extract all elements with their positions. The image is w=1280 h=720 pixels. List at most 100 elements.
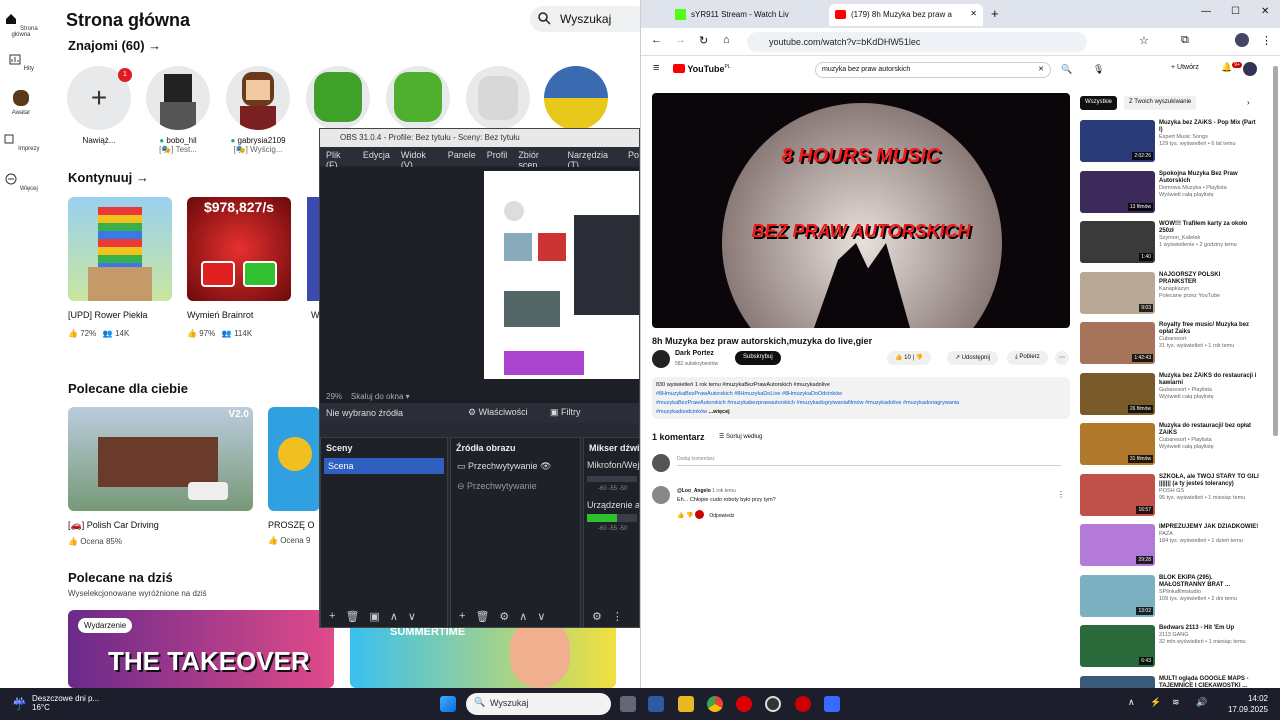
close-icon[interactable]: ✕ xyxy=(970,9,977,18)
create-button[interactable]: + Utwórz xyxy=(1171,64,1199,71)
bell-icon[interactable]: 🔔 9+ xyxy=(1221,62,1242,73)
game-card[interactable]: [UPD] Rower Piekła 👍 72% 👥 14K xyxy=(68,197,172,338)
friend-tile[interactable] xyxy=(386,66,450,136)
recommendation-item[interactable]: 29:28 IMPREZUJEMY JAK DZIADKOWIE! PAZA 184 … xyxy=(1080,524,1260,566)
recommendation-item[interactable]: 2:02:26 Muzyka bez ZAiKS - Pop Mix (Part … xyxy=(1080,120,1260,162)
menu-docks[interactable]: Panele xyxy=(448,150,476,165)
video-player[interactable]: 8 HOURS MUSIC BEZ PRAW AUTORSKICH xyxy=(652,93,1070,328)
recommendation-item[interactable]: 1:40 WOW!!! Trafiłem karty za około 250zł… xyxy=(1080,221,1260,263)
menu-view[interactable]: Widok (V) xyxy=(401,150,437,170)
chip-from-search[interactable]: Z Twoich wyszukiwanie xyxy=(1124,96,1197,110)
filters-button[interactable]: ▣ Filtry xyxy=(550,407,581,418)
task-view-icon[interactable] xyxy=(620,696,636,712)
youtube-logo[interactable]: YouTubePL xyxy=(673,64,731,74)
youtube-search-input[interactable]: muzyka bez praw autorskich ✕ xyxy=(815,62,1051,78)
recommendation-item[interactable]: 13 filmów Spokojna Muzyka Bez Praw Autors… xyxy=(1080,170,1260,213)
comment-menu-icon[interactable]: ⋮ xyxy=(1057,490,1065,499)
recommendation-item[interactable]: 16:57 SZKOŁA, ale TWOJ STARY TO GILI ||||… xyxy=(1080,473,1260,516)
menu-file[interactable]: Plik (F) xyxy=(326,150,352,170)
event-banner[interactable]: Wydarzenie THE TAKEOVER xyxy=(68,610,334,688)
roblox-studio-icon[interactable] xyxy=(824,696,840,712)
obs-preview[interactable] xyxy=(320,167,639,391)
friend-tile[interactable] xyxy=(306,66,370,136)
filter-icon[interactable]: ▣ xyxy=(369,610,379,627)
chrome-icon[interactable] xyxy=(707,696,723,712)
source-item[interactable]: ⊖ Przechwytywanie xyxy=(451,475,580,498)
nav-party[interactable]: Imprezy xyxy=(0,132,42,152)
opera-gx-icon[interactable] xyxy=(795,696,811,712)
nav-home[interactable]: Strona główna xyxy=(0,12,42,38)
file-explorer-icon[interactable] xyxy=(678,696,694,712)
nav-more[interactable]: Więcej xyxy=(0,172,42,192)
hamburger-icon[interactable]: ≡ xyxy=(653,62,659,74)
source-item[interactable]: ▭ Przechwytywanie 👁 xyxy=(451,458,580,475)
obs-icon[interactable] xyxy=(765,696,781,712)
recommendation-item[interactable]: 6:43 Bedwars 2113 - Hit 'Em Up 2113 GANG 32… xyxy=(1080,625,1260,667)
recommendation-item[interactable]: 9:03 NAJGORSZY POLSKI PRANKSTER Kanapkazyn… xyxy=(1080,271,1260,314)
game-thumbnail-partial[interactable] xyxy=(307,197,319,301)
scene-item[interactable]: Scena xyxy=(324,458,444,474)
maximize-icon[interactable]: ☐ xyxy=(1231,6,1240,17)
menu-icon[interactable]: ⋮ xyxy=(1261,34,1272,47)
menu-tools[interactable]: Narzędzia (T) xyxy=(567,150,617,170)
wifi-icon[interactable]: ≋ xyxy=(1172,697,1180,708)
like-icon[interactable]: 👍 xyxy=(677,513,684,519)
account-avatar[interactable] xyxy=(1243,62,1257,76)
subscribe-button[interactable]: Subskrybuj xyxy=(735,351,781,365)
like-button[interactable]: 👍 10 | 👎 xyxy=(887,351,932,365)
chevron-up-icon[interactable]: ∧ xyxy=(1128,697,1135,708)
menu-icon[interactable]: ⋮ xyxy=(612,610,623,627)
close-window-icon[interactable]: ✕ xyxy=(1261,6,1269,17)
channel-name[interactable]: Dark Portez xyxy=(675,350,714,357)
game-card[interactable]: PROSZĘ O 👍 Ocena 9 xyxy=(268,407,320,545)
back-icon[interactable]: ← xyxy=(651,34,662,46)
friend-tile[interactable] xyxy=(544,66,608,136)
scrollbar[interactable] xyxy=(1273,66,1278,436)
friends-title[interactable]: Znajomi (60) → xyxy=(68,38,161,53)
trash-icon[interactable]: 🗑 xyxy=(345,610,359,627)
home-icon[interactable]: ⌂ xyxy=(723,34,730,46)
add-icon[interactable]: + xyxy=(459,610,465,627)
recommendation-item[interactable]: 31 filmów Muzyka do restauracji/ bez opła… xyxy=(1080,423,1260,465)
clear-icon[interactable]: ✕ xyxy=(1038,65,1044,73)
dislike-icon[interactable]: 👎 xyxy=(686,513,693,519)
search-icon[interactable]: 🔍 xyxy=(1061,64,1072,75)
nav-charts[interactable]: Hity xyxy=(0,52,42,72)
forward-icon[interactable]: → xyxy=(675,34,686,46)
menu-scene-collection[interactable]: Zbiór scen xyxy=(518,150,556,170)
add-icon[interactable]: + xyxy=(329,610,335,627)
friend-tile[interactable] xyxy=(466,66,530,136)
chip-all[interactable]: Wszystkie xyxy=(1080,96,1117,110)
bookmark-icon[interactable]: ☆ xyxy=(1139,34,1149,47)
download-button[interactable]: ⤓ Pobierz xyxy=(1007,351,1048,365)
video-description[interactable]: 830 wyświetleń 1 rok temu #muzykaBezPraw… xyxy=(652,377,1070,419)
tab-kick[interactable]: sYR911 Stream - Watch Liv xyxy=(669,4,827,26)
menu-help[interactable]: Po xyxy=(628,150,639,165)
recommendation-item[interactable]: 13:02 BLOK EKIPA (295). MAŁOSTRANNY BRAT … xyxy=(1080,574,1260,617)
weather-widget[interactable]: ☔ Deszczowe dni p... 16°C xyxy=(12,694,99,712)
friend-tile[interactable]: ● gabrysia2109 [🎭] Wyścig... xyxy=(226,66,290,154)
network-icon[interactable]: ⚡ xyxy=(1150,697,1161,708)
up-icon[interactable]: ∧ xyxy=(390,610,398,627)
friend-tile[interactable]: ● bobo_hil [🎭] Test... xyxy=(146,66,210,154)
gear-icon[interactable]: ⚙ xyxy=(499,610,509,627)
properties-button[interactable]: ⚙ Właściwości xyxy=(468,407,528,418)
gear-icon[interactable]: ⚙ xyxy=(592,610,602,627)
tab-youtube[interactable]: (179) 8h Muzyka bez praw a ✕ xyxy=(829,4,983,26)
continue-title[interactable]: Kontynuuj → xyxy=(68,170,149,185)
add-friend-button[interactable]: + 1 Nawiąż... xyxy=(67,66,132,145)
down-icon[interactable]: ∨ xyxy=(537,610,545,627)
show-more-link[interactable]: ...więcej xyxy=(709,409,730,415)
game-card[interactable]: $978,827/s Wymień Brainrot 👍 97% 👥 114K xyxy=(187,197,291,338)
roblox-search-input[interactable]: Wyszukaj xyxy=(530,6,640,32)
comment-author[interactable]: @Loo_Angelo xyxy=(677,488,711,494)
nav-avatar[interactable]: Awatar xyxy=(0,90,42,116)
reload-icon[interactable]: ↻ xyxy=(699,34,708,47)
zoom-bar[interactable]: 29% Skaluj do okna ▾ xyxy=(320,391,639,403)
recommendation-item[interactable]: MULTI ogląda GOOGLE MAPS - TAJEMNICE I C… xyxy=(1080,675,1260,688)
up-icon[interactable]: ∧ xyxy=(519,610,527,627)
recommendation-item[interactable]: 26 filmów Muzyka bez ZAiKS do restauracji… xyxy=(1080,372,1260,415)
sort-button[interactable]: ☰ Sortuj według xyxy=(719,433,762,440)
menu-profile[interactable]: Profil xyxy=(487,150,508,165)
extensions-icon[interactable]: ⧉ xyxy=(1181,34,1189,47)
